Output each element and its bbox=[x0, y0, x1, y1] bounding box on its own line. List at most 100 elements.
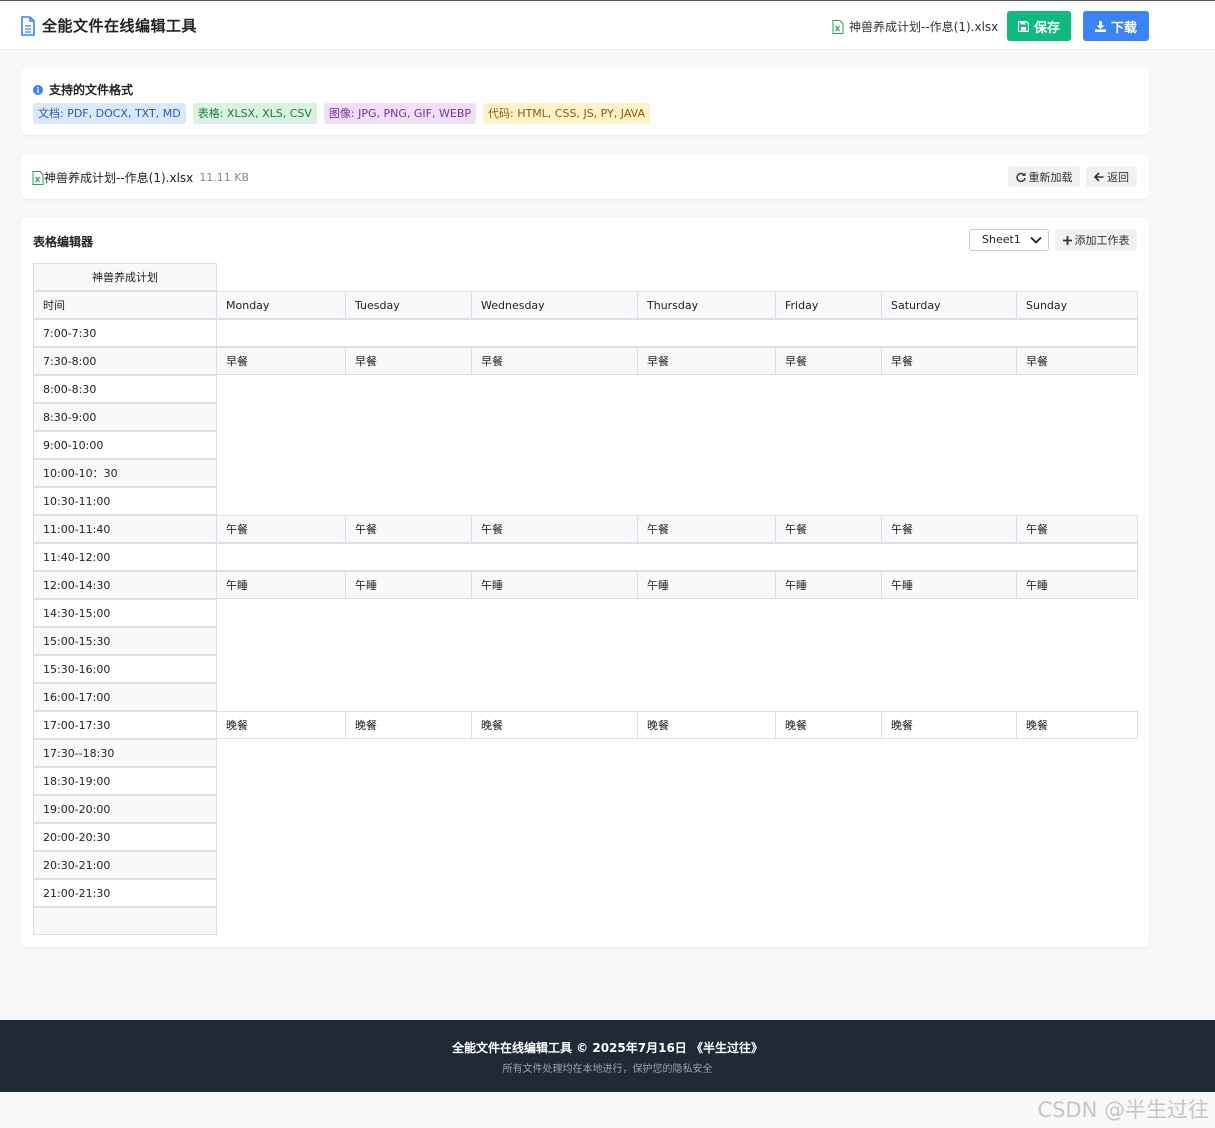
table-cell[interactable]: 午睡 bbox=[471, 571, 638, 599]
table-cell[interactable]: 午餐 bbox=[637, 515, 776, 543]
time-cell[interactable]: 8:30-9:00 bbox=[33, 403, 217, 431]
add-sheet-label: 添加工作表 bbox=[1074, 235, 1130, 247]
back-label: 返回 bbox=[1107, 171, 1129, 184]
time-cell[interactable]: 11:40-12:00 bbox=[33, 543, 217, 571]
time-cell[interactable] bbox=[33, 907, 217, 935]
time-cell[interactable]: 20:00-20:30 bbox=[33, 823, 217, 851]
footer-copyright: 全能文件在线编辑工具 © 2025年7月16日 《半生过往》 bbox=[452, 1041, 763, 1055]
file-size: 11.11 KB bbox=[199, 171, 250, 184]
add-sheet-button[interactable]: 添加工作表 bbox=[1055, 229, 1137, 251]
editor-title: 表格编辑器 bbox=[33, 235, 94, 249]
time-cell[interactable]: 11:00-11:40 bbox=[33, 515, 217, 543]
info-icon bbox=[33, 84, 43, 95]
reload-button[interactable]: 重新加载 bbox=[1008, 166, 1080, 187]
time-cell[interactable]: 18:30-19:00 bbox=[33, 767, 217, 795]
excel-file-icon bbox=[32, 170, 44, 185]
header-cell-day[interactable]: Sunday bbox=[1016, 291, 1138, 319]
chevron-down-icon bbox=[1030, 236, 1042, 244]
time-cell[interactable]: 10:00-10：30 bbox=[33, 459, 217, 487]
watermark: CSDN @半生过往 bbox=[1037, 1098, 1209, 1122]
table-cell[interactable]: 晚餐 bbox=[216, 711, 346, 739]
brand: 全能文件在线编辑工具 bbox=[20, 15, 197, 36]
time-cell[interactable]: 16:00-17:00 bbox=[33, 683, 217, 711]
table-cell[interactable]: 早餐 bbox=[775, 347, 882, 375]
header-cell-day[interactable]: Friday bbox=[775, 291, 882, 319]
arrow-left-icon bbox=[1094, 171, 1104, 182]
app-title: 全能文件在线编辑工具 bbox=[42, 17, 198, 35]
time-cell[interactable]: 10:30-11:00 bbox=[33, 487, 217, 515]
table-cell[interactable]: 午餐 bbox=[881, 515, 1017, 543]
footer-privacy-note: 所有文件处理均在本地进行，保护您的隐私安全 bbox=[502, 1064, 713, 1075]
table-cell[interactable]: 午睡 bbox=[637, 571, 776, 599]
header-cell-day[interactable]: Monday bbox=[216, 291, 346, 319]
save-button[interactable]: 保存 bbox=[1007, 11, 1071, 41]
header-cell-time[interactable]: 时间 bbox=[33, 291, 217, 319]
table-cell[interactable]: 早餐 bbox=[637, 347, 776, 375]
footer: 全能文件在线编辑工具 © 2025年7月16日 《半生过往》 所有文件处理均在本… bbox=[0, 1020, 1215, 1092]
file-info-card: 神兽养成计划--作息(1).xlsx 11.11 KB 重新加载 返回 bbox=[21, 154, 1149, 199]
sheet-select[interactable]: Sheet1 bbox=[969, 229, 1049, 251]
table-cell[interactable]: 午餐 bbox=[775, 515, 882, 543]
current-file: 神兽养成计划--作息(1).xlsx bbox=[832, 18, 998, 35]
top-bar: 全能文件在线编辑工具 神兽养成计划--作息(1).xlsx 保存 下载 bbox=[0, 0, 1215, 50]
time-cell[interactable]: 9:00-10:00 bbox=[33, 431, 217, 459]
row-span-cell[interactable] bbox=[216, 543, 1138, 571]
row-span-cell[interactable] bbox=[216, 319, 1138, 347]
save-label: 保存 bbox=[1033, 19, 1060, 35]
format-tag-document: 文档: PDF, DOCX, TXT, MD bbox=[33, 103, 186, 124]
time-cell[interactable]: 20:30-21:00 bbox=[33, 851, 217, 879]
header-cell-day[interactable]: Tuesday bbox=[345, 291, 472, 319]
back-button[interactable]: 返回 bbox=[1086, 166, 1137, 187]
table-cell[interactable]: 晚餐 bbox=[1016, 711, 1138, 739]
download-label: 下载 bbox=[1110, 19, 1137, 35]
time-cell[interactable]: 15:00-15:30 bbox=[33, 627, 217, 655]
time-cell[interactable]: 7:30-8:00 bbox=[33, 347, 217, 375]
reload-label: 重新加载 bbox=[1028, 171, 1073, 184]
formats-heading-text: 支持的文件格式 bbox=[49, 83, 134, 97]
formats-heading: 支持的文件格式 bbox=[33, 81, 133, 98]
table-cell[interactable]: 午餐 bbox=[216, 515, 346, 543]
header-cell-day[interactable]: Thursday bbox=[637, 291, 776, 319]
format-tag-code: 代码: HTML, CSS, JS, PY, JAVA bbox=[483, 103, 650, 124]
refresh-icon bbox=[1015, 172, 1026, 182]
time-cell[interactable]: 21:00-21:30 bbox=[33, 879, 217, 907]
excel-file-icon bbox=[832, 19, 844, 34]
header-cell-day[interactable]: Saturday bbox=[881, 291, 1017, 319]
format-tag-image: 图像: JPG, PNG, GIF, WEBP bbox=[323, 103, 476, 124]
time-cell[interactable]: 17:00-17:30 bbox=[33, 711, 217, 739]
table-cell[interactable]: 早餐 bbox=[881, 347, 1017, 375]
table-cell[interactable]: 午睡 bbox=[345, 571, 472, 599]
table-cell[interactable]: 晚餐 bbox=[775, 711, 882, 739]
table-cell[interactable]: 午睡 bbox=[216, 571, 346, 599]
spreadsheet-editor-card: 表格编辑器 Sheet1 添加工作表 神兽养成计划 时间 Monday Tuesday… bbox=[21, 217, 1149, 947]
table-cell[interactable]: 午睡 bbox=[881, 571, 1017, 599]
table-cell[interactable]: 午餐 bbox=[471, 515, 638, 543]
file-name: 神兽养成计划--作息(1).xlsx bbox=[44, 171, 194, 185]
time-cell[interactable]: 19:00-20:00 bbox=[33, 795, 217, 823]
table-cell[interactable]: 午睡 bbox=[1016, 571, 1138, 599]
table-cell[interactable]: 晚餐 bbox=[471, 711, 638, 739]
time-cell[interactable]: 14:30-15:00 bbox=[33, 599, 217, 627]
table-cell[interactable]: 早餐 bbox=[345, 347, 472, 375]
sheet-select-value: Sheet1 bbox=[982, 233, 1021, 246]
table-cell[interactable]: 早餐 bbox=[1016, 347, 1138, 375]
document-icon bbox=[21, 15, 35, 36]
table-cell[interactable]: 晚餐 bbox=[345, 711, 472, 739]
table-cell[interactable]: 早餐 bbox=[471, 347, 638, 375]
table-title-cell[interactable]: 神兽养成计划 bbox=[33, 263, 217, 291]
time-cell[interactable]: 7:00-7:30 bbox=[33, 319, 217, 347]
table-cell[interactable]: 早餐 bbox=[216, 347, 346, 375]
time-cell[interactable]: 17:30--18:30 bbox=[33, 739, 217, 767]
table-cell[interactable]: 午睡 bbox=[775, 571, 882, 599]
table-cell[interactable]: 晚餐 bbox=[637, 711, 776, 739]
table-cell[interactable]: 午餐 bbox=[1016, 515, 1138, 543]
file-info: 神兽养成计划--作息(1).xlsx 11.11 KB bbox=[32, 169, 249, 186]
header-cell-day[interactable]: Wednesday bbox=[471, 291, 638, 319]
time-cell[interactable]: 15:30-16:00 bbox=[33, 655, 217, 683]
table-cell[interactable]: 午餐 bbox=[345, 515, 472, 543]
time-cell[interactable]: 8:00-8:30 bbox=[33, 375, 217, 403]
time-cell[interactable]: 12:00-14:30 bbox=[33, 571, 217, 599]
table-cell[interactable]: 晚餐 bbox=[881, 711, 1017, 739]
download-button[interactable]: 下载 bbox=[1083, 11, 1149, 41]
save-icon bbox=[1017, 20, 1029, 32]
